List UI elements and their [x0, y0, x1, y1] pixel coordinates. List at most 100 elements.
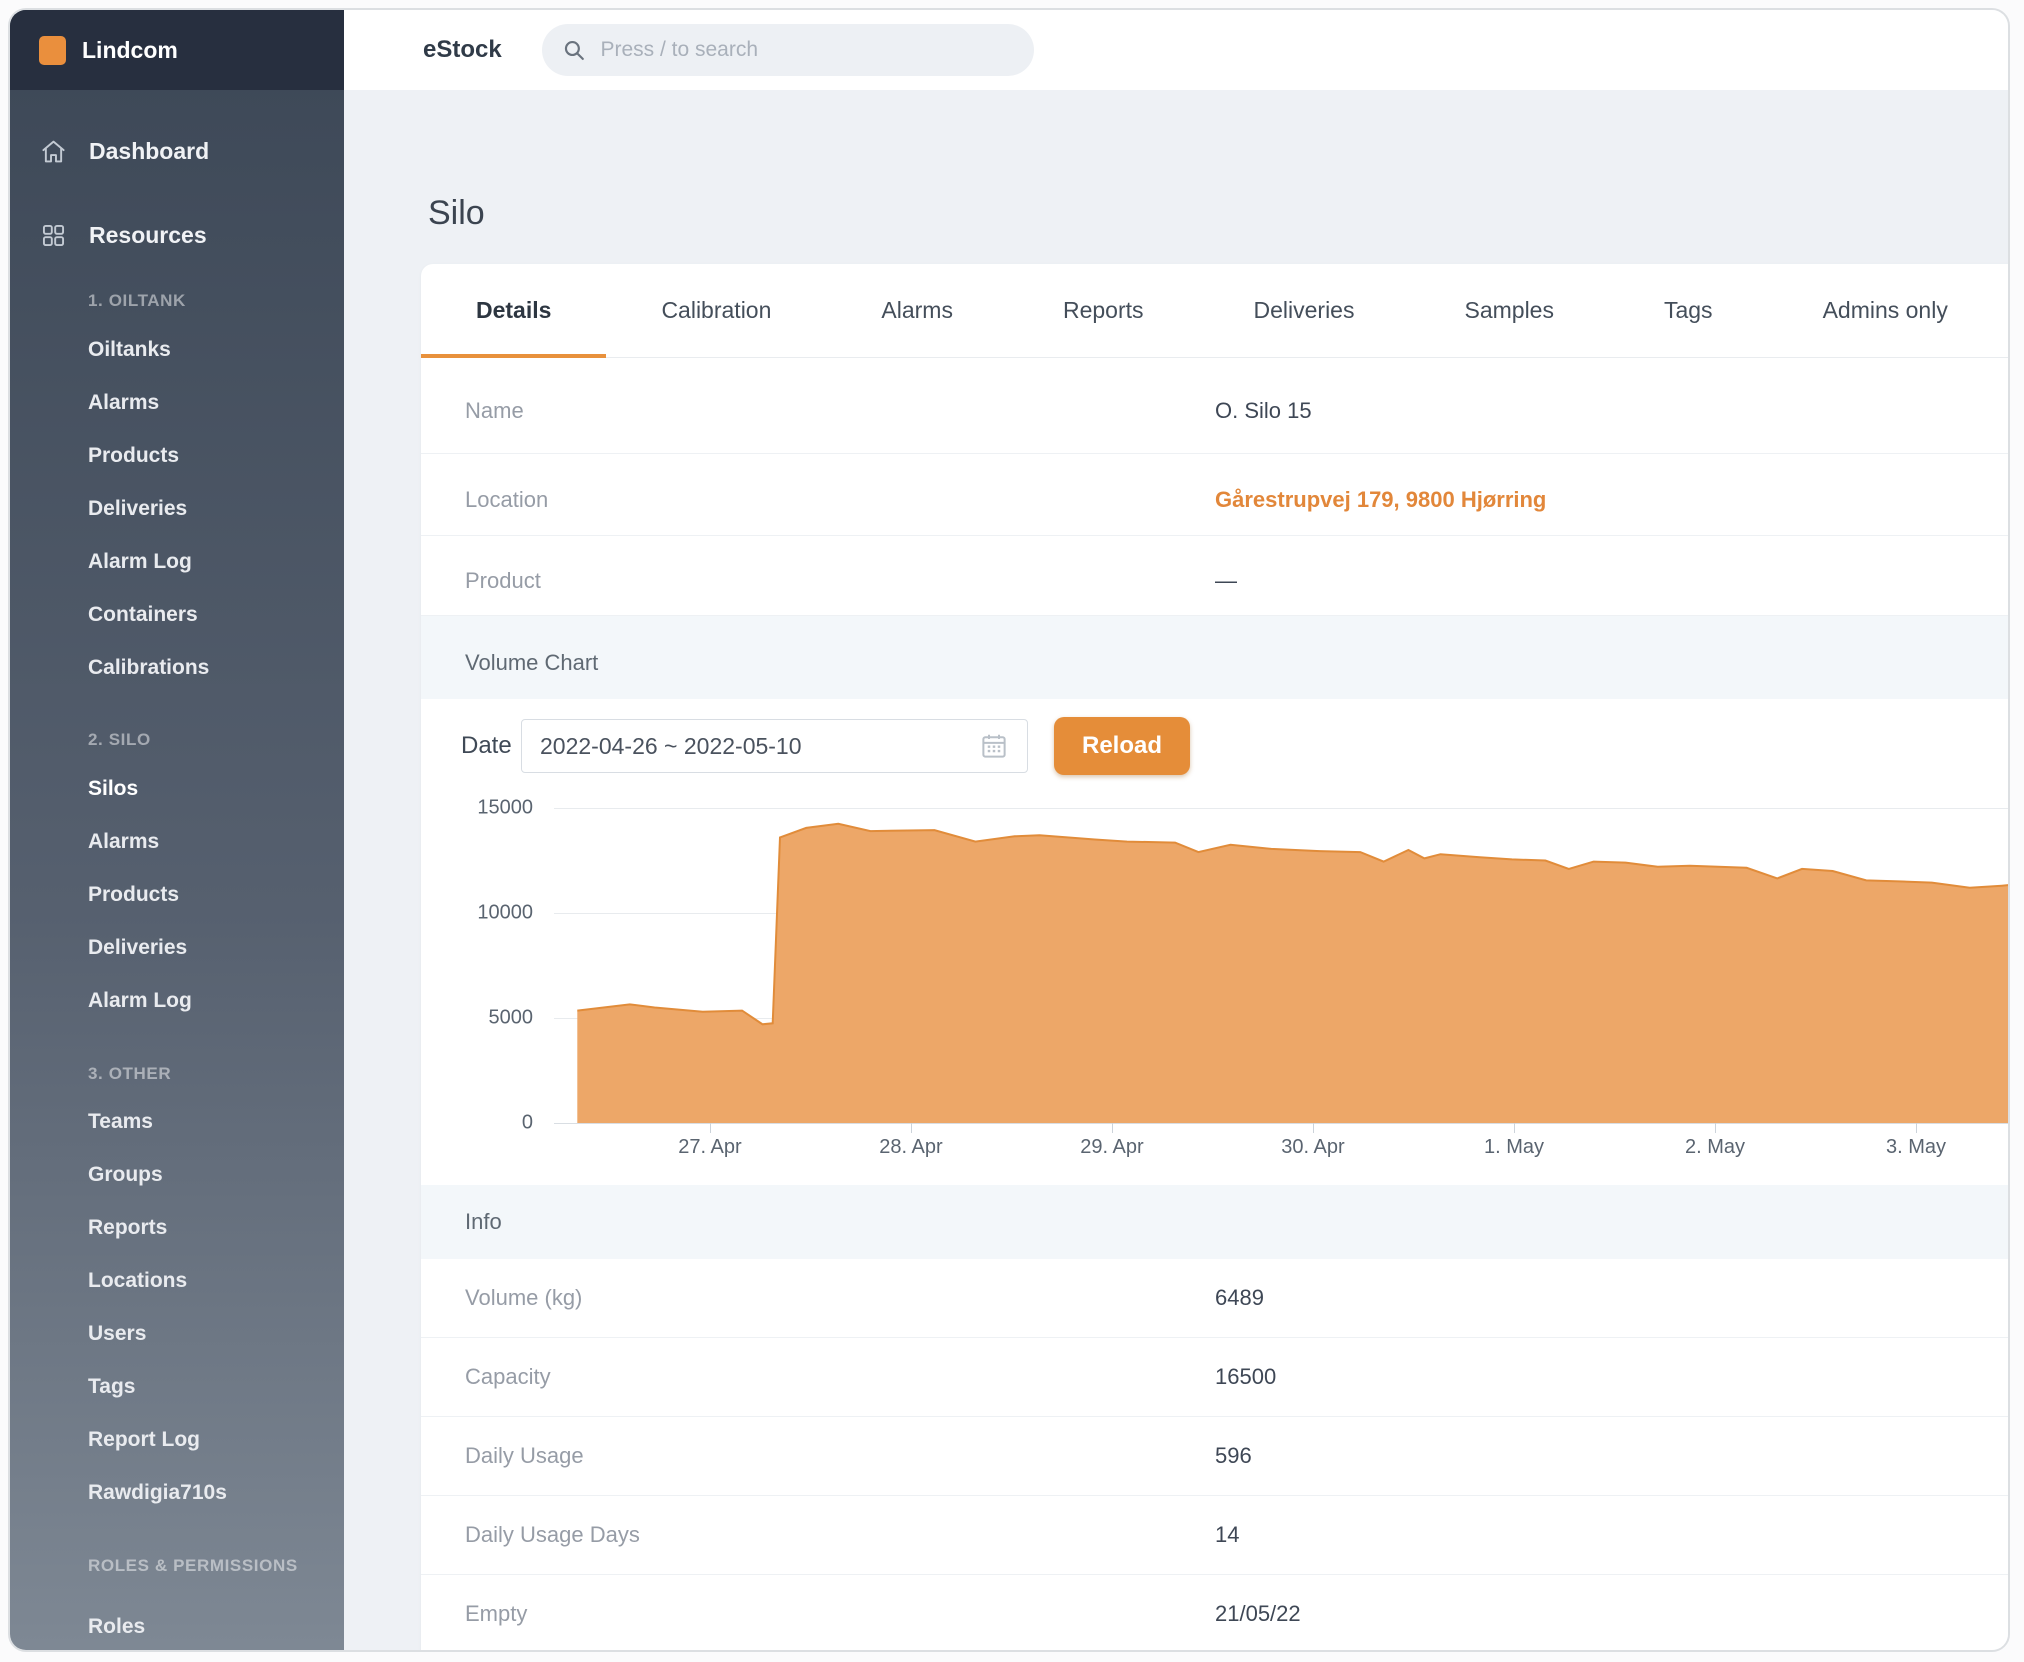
brand-name: Lindcom	[82, 37, 178, 64]
sidebar-section: 2. SILO SilosAlarmsProductsDeliveriesAla…	[10, 717, 344, 1027]
detail-value: —	[1215, 568, 1237, 594]
tab[interactable]: Details	[421, 264, 606, 357]
info-row: Capacity 16500	[421, 1338, 2010, 1417]
tab[interactable]: Deliveries	[1199, 264, 1410, 357]
sidebar-item-alarms[interactable]: Alarms	[10, 816, 344, 869]
sidebar-section-title: 1. OILTANK	[10, 278, 344, 323]
sidebar-logo[interactable]: Lindcom	[10, 10, 344, 90]
info-value: 21/05/22	[1215, 1601, 1301, 1627]
sidebar-item-report-log[interactable]: Report Log	[10, 1414, 344, 1467]
info-value: 6489	[1215, 1285, 1264, 1311]
x-axis-label: 3. May	[1886, 1136, 1946, 1159]
volume-chart-band: Volume Chart	[421, 616, 2010, 699]
info-label: Volume (kg)	[421, 1285, 1215, 1311]
sidebar-item-label: Dashboard	[89, 138, 209, 165]
y-axis-label: 5000	[433, 1007, 533, 1030]
sidebar-section: 3. OTHER TeamsGroupsReportsLocationsUser…	[10, 1051, 344, 1520]
tab[interactable]: Samples	[1409, 264, 1608, 357]
sidebar-section: ROLES & PERMISSIONS Roles	[10, 1543, 344, 1652]
sidebar-sections: 1. OILTANK OiltanksAlarmsProductsDeliver…	[10, 278, 344, 1652]
detail-row: Location Gårestrupvej 179, 9800 Hjørring	[421, 454, 2010, 536]
date-label: Date	[461, 732, 512, 760]
y-axis-label: 10000	[433, 902, 533, 925]
info-rows: Volume (kg) 6489 Capacity 16500 Daily Us…	[421, 1259, 2010, 1652]
app-name: eStock	[423, 36, 502, 64]
sidebar-section: 1. OILTANK OiltanksAlarmsProductsDeliver…	[10, 278, 344, 694]
info-row: Daily Usage 596	[421, 1417, 2010, 1496]
sidebar-section-title: ROLES & PERMISSIONS	[10, 1543, 344, 1588]
sidebar-item-deliveries[interactable]: Deliveries	[10, 922, 344, 975]
date-range-input[interactable]: 2022-04-26 ~ 2022-05-10	[521, 719, 1028, 773]
home-icon	[40, 138, 67, 165]
info-label: Capacity	[421, 1364, 1215, 1390]
tabs: DetailsCalibrationAlarmsReportsDeliverie…	[421, 264, 2010, 358]
sidebar-section-title: 3. OTHER	[10, 1051, 344, 1096]
calendar-icon[interactable]	[979, 731, 1009, 761]
detail-value: Gårestrupvej 179, 9800 Hjørring	[1215, 487, 1546, 513]
sidebar-item-resources[interactable]: Resources	[10, 206, 344, 264]
x-axis-label: 2. May	[1685, 1136, 1745, 1159]
sidebar-section-title: 2. SILO	[10, 717, 344, 762]
info-row: Empty 21/05/22	[421, 1575, 2010, 1652]
x-axis-label: 29. Apr	[1080, 1136, 1143, 1159]
tab[interactable]: Calibration	[606, 264, 826, 357]
tab[interactable]: Tags	[1609, 264, 1768, 357]
info-value: 596	[1215, 1443, 1252, 1469]
volume-chart: 05000100001500027. Apr28. Apr29. Apr30. …	[554, 808, 2010, 1123]
detail-row: Name O. Silo 15	[421, 358, 2010, 454]
detail-rows: Name O. Silo 15 Location Gårestrupvej 17…	[421, 358, 2010, 616]
info-value: 14	[1215, 1522, 1239, 1548]
sidebar-item-groups[interactable]: Groups	[10, 1149, 344, 1202]
sidebar-nav: Dashboard Resources 1. OILTANK OiltanksA…	[10, 90, 344, 1652]
sidebar-item-teams[interactable]: Teams	[10, 1096, 344, 1149]
info-label: Daily Usage	[421, 1443, 1215, 1469]
main-area: eStock Silo DetailsCalibrationAlarmsRepo…	[344, 10, 2008, 1650]
brand-logo-icon	[39, 36, 66, 65]
tab[interactable]: Admins only	[1768, 264, 2003, 357]
x-axis-label: 28. Apr	[879, 1136, 942, 1159]
sidebar-item-reports[interactable]: Reports	[10, 1202, 344, 1255]
x-axis-label: 27. Apr	[678, 1136, 741, 1159]
tab[interactable]: Reports	[1008, 264, 1199, 357]
volume-area-series	[554, 808, 2010, 1127]
search-icon	[562, 37, 586, 63]
date-range-value: 2022-04-26 ~ 2022-05-10	[540, 733, 979, 760]
info-row: Volume (kg) 6489	[421, 1259, 2010, 1338]
sidebar: Lindcom Dashboard Resources 1. OILTANK O…	[10, 10, 344, 1650]
silo-detail-card: DetailsCalibrationAlarmsReportsDeliverie…	[421, 264, 2010, 1652]
sidebar-item-tags[interactable]: Tags	[10, 1361, 344, 1414]
sidebar-item-alarms[interactable]: Alarms	[10, 376, 344, 429]
info-row: Daily Usage Days 14	[421, 1496, 2010, 1575]
reload-button[interactable]: Reload	[1054, 717, 1190, 775]
detail-label: Name	[421, 398, 1215, 424]
sidebar-item-users[interactable]: Users	[10, 1308, 344, 1361]
sidebar-item-rawdigia710s[interactable]: Rawdigia710s	[10, 1467, 344, 1520]
y-axis-label: 0	[433, 1112, 533, 1135]
sidebar-item-oiltanks[interactable]: Oiltanks	[10, 323, 344, 376]
sidebar-item-alarm-log[interactable]: Alarm Log	[10, 535, 344, 588]
info-label: Empty	[421, 1601, 1215, 1627]
sidebar-item-deliveries[interactable]: Deliveries	[10, 482, 344, 535]
info-band: Info	[421, 1185, 2010, 1259]
app-window: Lindcom Dashboard Resources 1. OILTANK O…	[8, 8, 2010, 1652]
detail-label: Location	[421, 487, 1215, 513]
sidebar-item-roles[interactable]: Roles	[10, 1600, 344, 1652]
sidebar-item-silos[interactable]: Silos	[10, 763, 344, 816]
page-title: Silo	[428, 194, 485, 233]
sidebar-item-locations[interactable]: Locations	[10, 1255, 344, 1308]
grid-icon	[40, 222, 67, 249]
search-box[interactable]	[542, 24, 1034, 76]
detail-label: Product	[421, 568, 1215, 594]
x-axis-label: 1. May	[1484, 1136, 1544, 1159]
sidebar-item-products[interactable]: Products	[10, 869, 344, 922]
sidebar-item-containers[interactable]: Containers	[10, 588, 344, 641]
topbar: eStock	[344, 10, 2008, 90]
sidebar-item-products[interactable]: Products	[10, 429, 344, 482]
search-input[interactable]	[600, 38, 1013, 62]
sidebar-item-calibrations[interactable]: Calibrations	[10, 641, 344, 694]
tab[interactable]: Alarms	[826, 264, 1008, 357]
x-axis-label: 30. Apr	[1281, 1136, 1344, 1159]
sidebar-item-alarm-log[interactable]: Alarm Log	[10, 975, 344, 1028]
sidebar-item-dashboard[interactable]: Dashboard	[10, 122, 344, 180]
sidebar-item-label: Resources	[89, 222, 207, 249]
